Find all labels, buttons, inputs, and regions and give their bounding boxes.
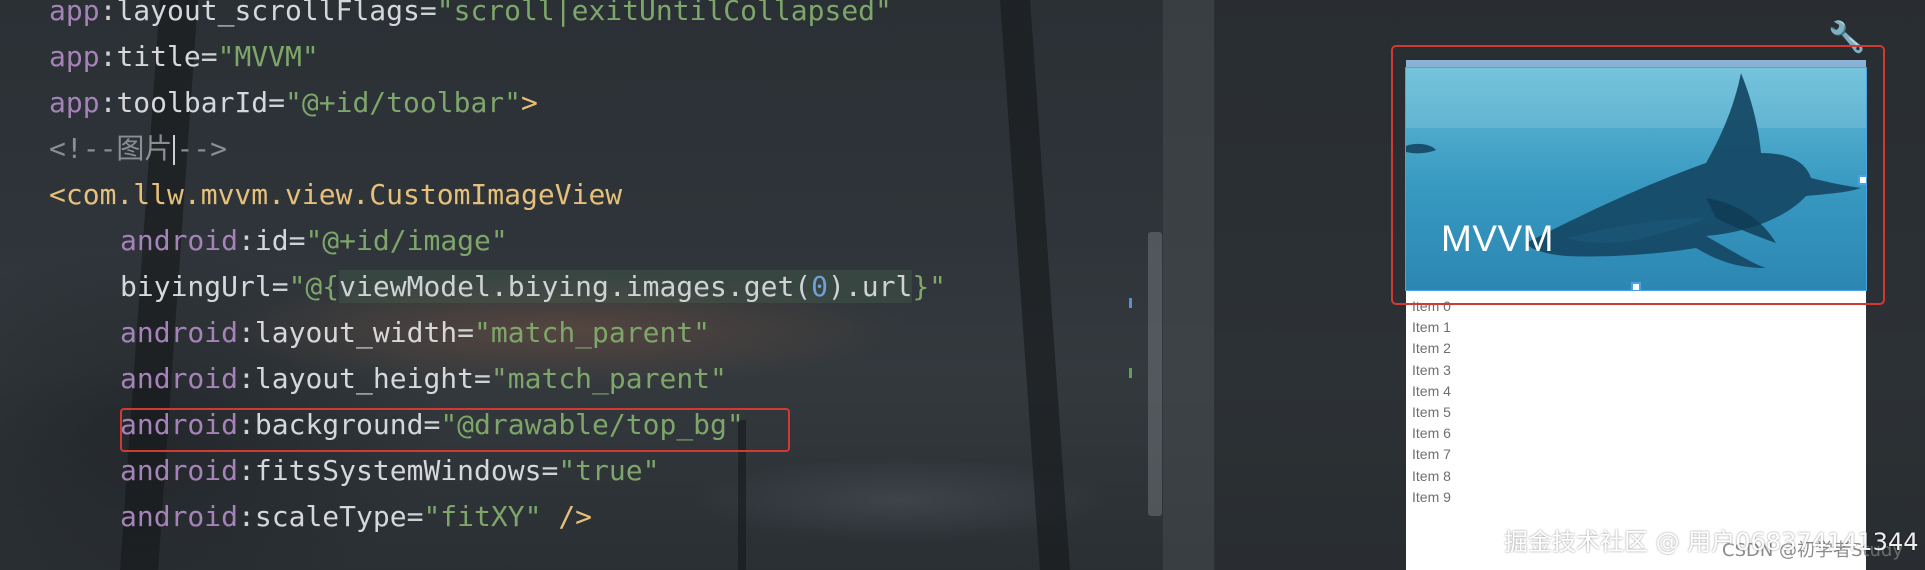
- recycler-list[interactable]: Item 0 Item 1 Item 2 Item 3 Item 4 Item …: [1412, 296, 1852, 508]
- code-token-attribute: layout_height: [254, 362, 475, 395]
- code-line: app:toolbarId="@+id/toolbar">: [49, 80, 538, 126]
- code-line: biyingUrl="@{viewModel.biying.images.get…: [120, 264, 946, 310]
- code-binding-expression: ).url: [828, 270, 913, 303]
- code-token-attribute: layout_scrollFlags: [116, 0, 420, 27]
- code-token-colon: :: [99, 86, 117, 119]
- code-token-colon: :: [238, 454, 255, 487]
- list-item[interactable]: Item 9: [1412, 487, 1852, 508]
- code-binding-expression: viewModel.biying.images.get(: [339, 270, 812, 303]
- code-editor[interactable]: app:layout_scrollFlags="scroll|exitUntil…: [0, 0, 1165, 570]
- list-item[interactable]: Item 2: [1412, 338, 1852, 359]
- code-token-equals: =: [200, 40, 218, 73]
- code-token-namespace: android: [120, 500, 239, 533]
- editor-scrollbar[interactable]: [1148, 232, 1162, 516]
- code-token-string: }": [912, 270, 947, 303]
- code-token-namespace: android: [120, 454, 239, 487]
- code-token-string: "@+id/toolbar": [285, 86, 522, 119]
- code-token-number: 0: [811, 270, 829, 303]
- code-token-equals: =: [474, 362, 491, 395]
- code-token-equals: =: [541, 454, 559, 487]
- change-marker: [1129, 298, 1132, 308]
- list-item[interactable]: Item 8: [1412, 466, 1852, 487]
- code-token-tag: <com.llw.mvvm.view.CustomImageView: [49, 178, 623, 211]
- code-token-namespace: android: [120, 362, 239, 395]
- code-token-attribute: id: [254, 224, 289, 257]
- code-token-namespace: app: [49, 0, 100, 27]
- code-token-string: "@+id/image": [305, 224, 508, 257]
- code-token-tag-close: />: [541, 500, 593, 533]
- code-token-colon: :: [238, 500, 255, 533]
- code-line: android:scaleType="fitXY" />: [120, 494, 592, 540]
- code-token-attribute: fitsSystemWindows: [254, 454, 542, 487]
- code-token-colon: :: [238, 362, 255, 395]
- code-token-string: "match_parent": [490, 362, 727, 395]
- code-comment: <!--图片: [49, 132, 173, 165]
- code-line: app:layout_scrollFlags="scroll|exitUntil…: [49, 0, 892, 34]
- code-line: android:id="@+id/image": [120, 218, 508, 264]
- code-token-string: "fitXY": [423, 500, 542, 533]
- code-line: android:layout_height="match_parent": [120, 356, 727, 402]
- list-item[interactable]: Item 4: [1412, 381, 1852, 402]
- code-token-equals: =: [419, 0, 437, 27]
- annotation-highlight-box: [120, 408, 790, 452]
- code-token-namespace: app: [49, 86, 100, 119]
- code-line: <!--图片 -->: [49, 126, 227, 172]
- list-item[interactable]: Item 1: [1412, 317, 1852, 338]
- code-token-string: "@{: [288, 270, 340, 303]
- code-line: android:layout_width="match_parent": [120, 310, 710, 356]
- juejin-watermark: 掘金技术社区 @ 用户068374141344: [1504, 528, 1919, 556]
- code-token-attribute: toolbarId: [116, 86, 269, 119]
- code-token-attribute: biyingUrl: [120, 270, 272, 303]
- code-token-equals: =: [271, 270, 289, 303]
- code-token-colon: :: [238, 224, 255, 257]
- code-token-equals: =: [268, 86, 286, 119]
- code-token-string: "true": [558, 454, 660, 487]
- code-token-colon: :: [99, 0, 117, 27]
- code-token-namespace: android: [120, 316, 239, 349]
- code-comment-end: -->: [176, 132, 228, 165]
- code-token-equals: =: [457, 316, 475, 349]
- code-line: app:title="MVVM": [49, 34, 319, 80]
- code-line: android:fitsSystemWindows="true": [120, 448, 659, 494]
- code-token-colon: :: [238, 316, 255, 349]
- code-token-bracket: >: [521, 86, 538, 119]
- code-token-equals: =: [406, 500, 424, 533]
- code-token-string: "scroll|exitUntilCollapsed": [436, 0, 892, 27]
- code-token-attribute: title: [116, 40, 201, 73]
- list-item[interactable]: Item 5: [1412, 402, 1852, 423]
- code-token-attribute: layout_width: [254, 316, 458, 349]
- code-token-namespace: android: [120, 224, 239, 257]
- code-token-colon: :: [99, 40, 117, 73]
- code-token-namespace: app: [49, 40, 100, 73]
- panel-divider[interactable]: [1163, 0, 1215, 570]
- list-item[interactable]: Item 6: [1412, 423, 1852, 444]
- code-token-attribute: scaleType: [254, 500, 407, 533]
- code-line: <com.llw.mvvm.view.CustomImageView: [49, 172, 622, 218]
- change-marker: [1129, 368, 1132, 378]
- list-item[interactable]: Item 7: [1412, 444, 1852, 465]
- code-token-string: "MVVM": [217, 40, 319, 73]
- annotation-highlight-box-preview: [1391, 45, 1885, 305]
- list-item[interactable]: Item 3: [1412, 360, 1852, 381]
- code-token-string: "match_parent": [474, 316, 711, 349]
- code-token-equals: =: [288, 224, 306, 257]
